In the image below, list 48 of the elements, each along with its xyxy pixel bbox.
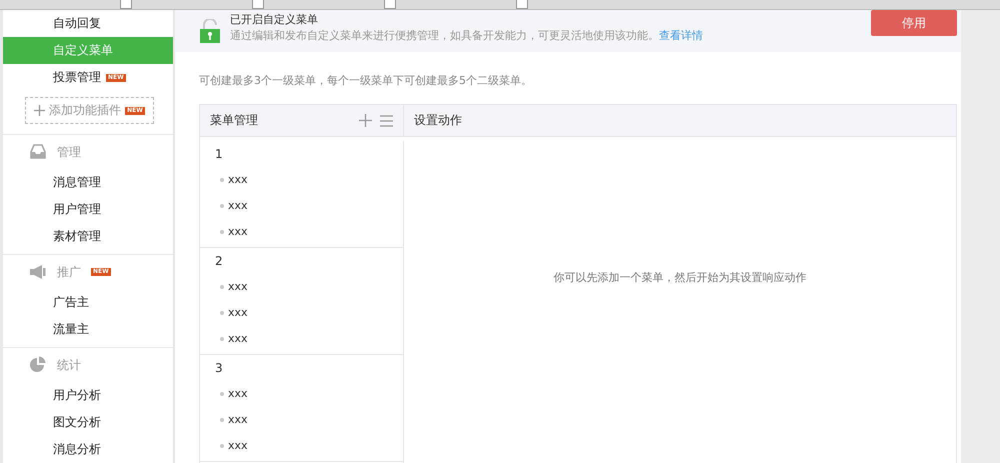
sidebar-item[interactable]: 素材管理 bbox=[3, 223, 173, 250]
disable-button[interactable]: 停用 bbox=[871, 10, 957, 36]
pie-icon bbox=[29, 356, 47, 374]
submenu-item[interactable]: xxx bbox=[228, 280, 248, 293]
menu-icon[interactable] bbox=[380, 114, 393, 126]
bullet-icon bbox=[220, 204, 224, 208]
submenu-item[interactable]: xxx bbox=[228, 387, 248, 400]
bullet-icon bbox=[220, 230, 224, 234]
submenu-item[interactable]: xxx bbox=[228, 332, 248, 345]
banner-title: 已开启自定义菜单 bbox=[230, 14, 319, 24]
submenu-item[interactable]: xxx bbox=[228, 306, 248, 319]
menu-item[interactable]: 1 bbox=[200, 140, 403, 166]
action-header: 设置动作 bbox=[414, 112, 462, 129]
limit-note: 可创建最多3个一级菜单，每个一级菜单下可创建最多5个二级菜单。 bbox=[198, 73, 533, 89]
bullet-icon bbox=[220, 336, 224, 340]
add-plugin-label: 添加功能插件 bbox=[49, 102, 122, 119]
plus-icon bbox=[34, 105, 46, 116]
sidebar-item[interactable]: 用户分析 bbox=[3, 382, 173, 409]
bullet-icon bbox=[220, 444, 224, 448]
submenu-item[interactable]: xxx bbox=[228, 413, 248, 426]
submenu-item[interactable]: xxx bbox=[228, 439, 248, 452]
menu-item[interactable]: 3 bbox=[200, 354, 403, 380]
submenu-item[interactable]: xxx bbox=[228, 173, 248, 186]
submenu-item[interactable]: xxx bbox=[228, 199, 248, 212]
sidebar-item[interactable]: 图文分析 bbox=[3, 409, 173, 436]
sidebar-item[interactable]: 消息分析 bbox=[3, 436, 173, 463]
bullet-icon bbox=[220, 284, 224, 288]
lock-icon bbox=[200, 19, 220, 43]
megaphone-icon bbox=[29, 263, 47, 281]
add-icon[interactable] bbox=[359, 114, 372, 127]
inbox-icon bbox=[29, 143, 47, 161]
sidebar-item[interactable]: 用户管理 bbox=[3, 196, 173, 223]
empty-hint: 你可以先添加一个菜单，然后开始为其设置响应动作 bbox=[554, 270, 806, 286]
bullet-icon bbox=[220, 418, 224, 422]
menu-item[interactable]: 2 bbox=[200, 248, 403, 274]
bullet-icon bbox=[220, 392, 224, 396]
sidebar-item[interactable]: 广告主 bbox=[3, 289, 173, 316]
banner-description: 通过编辑和发布自定义菜单来进行便携管理，如具备开发能力，可更灵活地使用该功能。查看详情 bbox=[230, 28, 704, 42]
bullet-icon bbox=[220, 178, 224, 182]
submenu-item[interactable]: xxx bbox=[228, 225, 248, 238]
bullet-icon bbox=[220, 310, 224, 314]
section-title: 统计 bbox=[57, 356, 81, 374]
section-title: 管理 bbox=[57, 144, 81, 160]
sidebar-item[interactable]: 自动回复 bbox=[3, 10, 173, 37]
menu-header: 菜单管理 bbox=[210, 112, 258, 129]
sidebar-item[interactable]: 消息管理 bbox=[3, 169, 173, 196]
section-title: 推广 bbox=[57, 264, 81, 280]
sidebar-item[interactable]: 流量主 bbox=[3, 316, 173, 343]
